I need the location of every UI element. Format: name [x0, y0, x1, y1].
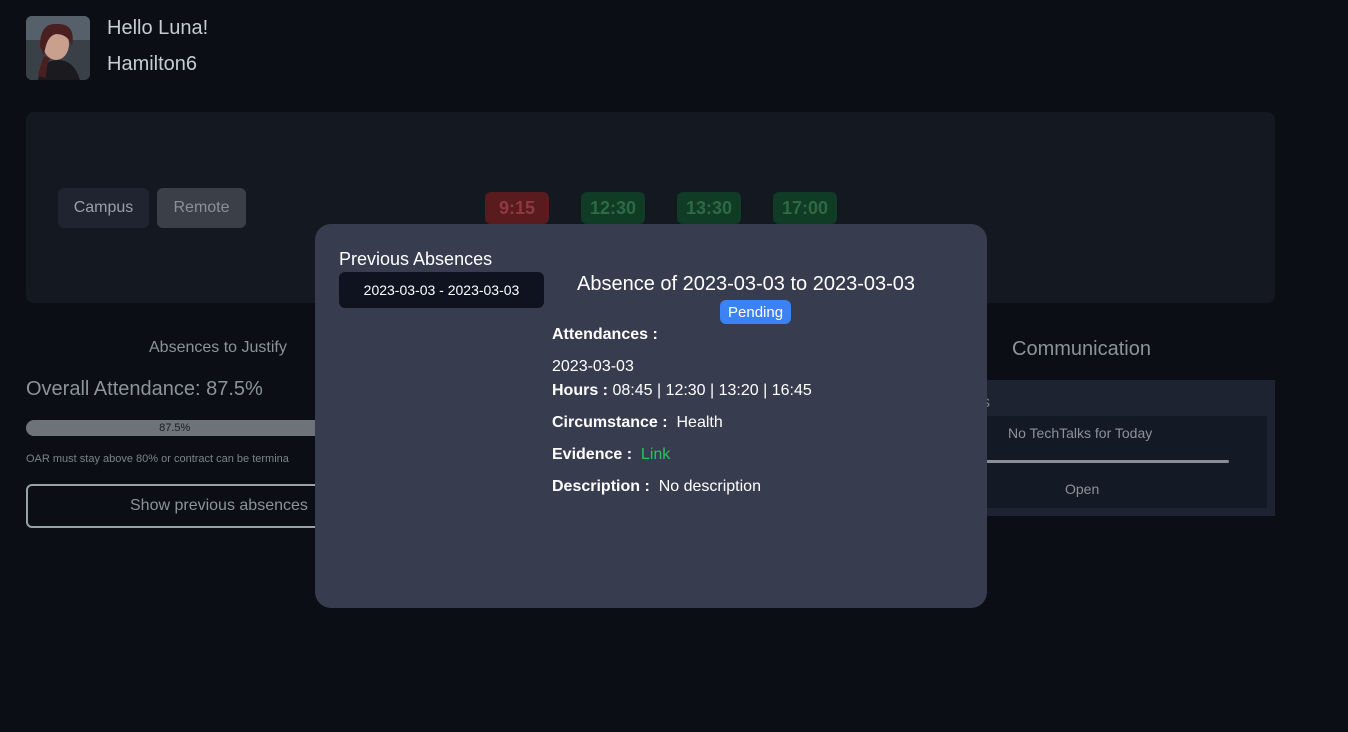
attendances-label-text: Attendances : — [552, 326, 658, 343]
techtalks-bar — [986, 460, 1229, 463]
absence-modal: Previous Absences 2023-03-03 - 2023-03-0… — [315, 224, 987, 608]
time-slot-chip: 9:15 — [485, 192, 549, 224]
time-slot-chip: 12:30 — [581, 192, 645, 224]
evidence-link[interactable]: Link — [641, 446, 670, 463]
absence-date-item[interactable]: 2023-03-03 - 2023-03-03 — [339, 272, 544, 308]
username: Hamilton6 — [107, 53, 198, 75]
hours-row: Hours : 08:45 | 12:30 | 13:20 | 16:45 — [552, 382, 812, 400]
description-label: Description : — [552, 478, 650, 495]
attendance-date: 2023-03-03 — [552, 358, 634, 375]
hours-label: Hours : — [552, 382, 608, 399]
status-badge: Pending — [720, 300, 792, 324]
greeting: Hello Luna! — [107, 17, 209, 39]
description-value: No description — [658, 478, 761, 495]
time-slot-chip: 17:00 — [773, 192, 837, 224]
attendances-label: Attendances : — [552, 326, 658, 344]
attendance-progress-fill: 87.5% — [26, 420, 324, 436]
circumstance-value: Health — [676, 414, 723, 431]
previous-absences-heading: Previous Absences — [339, 249, 493, 269]
description-row: Description : No description — [552, 478, 761, 496]
overall-attendance: Overall Attendance: 87.5% — [26, 378, 263, 400]
hours-value: 08:45 | 12:30 | 13:20 | 16:45 — [612, 382, 812, 399]
avatar — [26, 16, 90, 80]
campus-button[interactable]: Campus — [58, 188, 149, 228]
no-techtalks-text: No TechTalks for Today — [1008, 425, 1153, 441]
techtalks-card: No TechTalks for Today Open — [976, 416, 1267, 508]
open-button[interactable]: Open — [1065, 481, 1099, 497]
absence-heading: Absence of 2023-03-03 to 2023-03-03 — [577, 273, 916, 295]
time-slot-chip: 13:30 — [677, 192, 741, 224]
circumstance-row: Circumstance : Health — [552, 414, 723, 432]
oar-note: OAR must stay above 80% or contract can … — [26, 453, 289, 465]
circumstance-label: Circumstance : — [552, 414, 668, 431]
remote-button[interactable]: Remote — [157, 188, 246, 228]
evidence-label: Evidence : — [552, 446, 633, 463]
communication-title: Communication — [1012, 338, 1151, 360]
absences-title: Absences to Justify — [149, 339, 287, 356]
evidence-row: Evidence : Link — [552, 446, 670, 464]
